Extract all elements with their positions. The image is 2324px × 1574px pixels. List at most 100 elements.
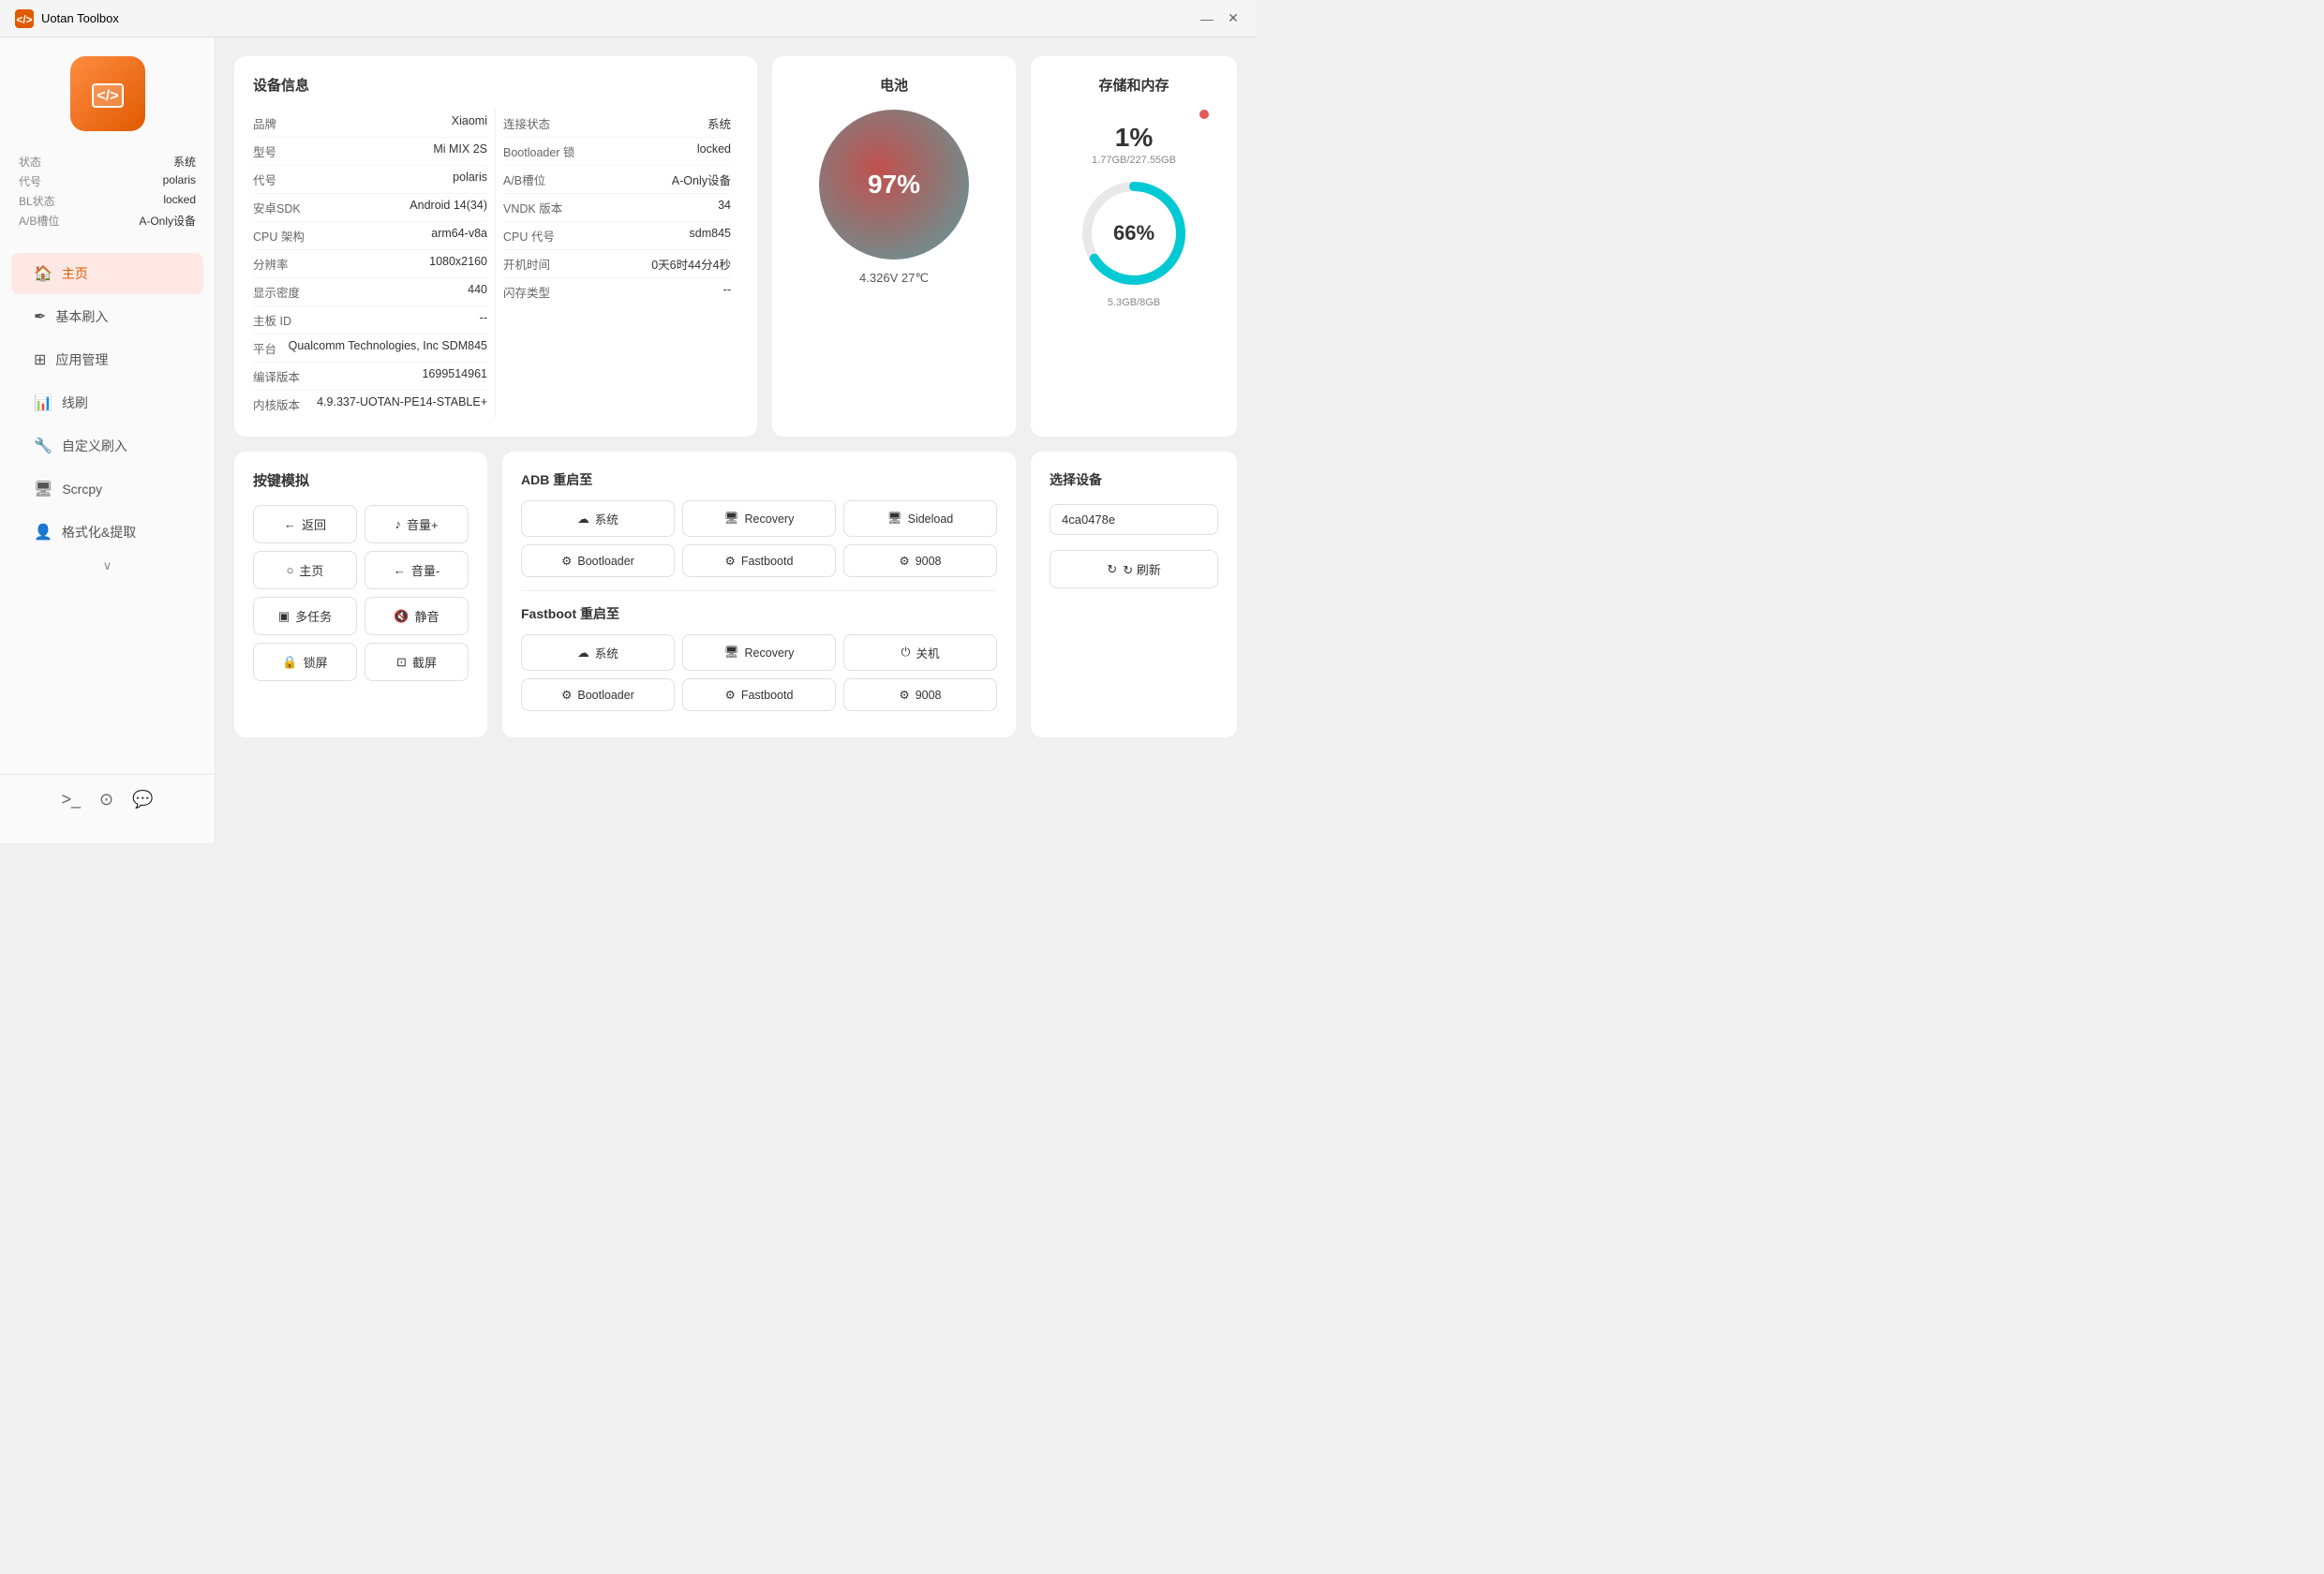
device-info-right-col: 连接状态 系统 Bootloader 锁 locked A/B槽位 A-Only… — [496, 110, 738, 418]
back-key-button[interactable]: ← 返回 — [253, 505, 357, 543]
terminal-icon[interactable]: >_ — [61, 790, 81, 809]
storage-card: 存储和内存 1% 1.77GB/227.55GB 66% 5.3GB/8GB — [1031, 56, 1237, 437]
flash-type-value: -- — [723, 283, 731, 301]
adb-system-icon: ☁ — [577, 512, 589, 526]
cpu-arch-value: arm64-v8a — [431, 227, 487, 245]
sidebar-item-scrcpy[interactable]: 🖥 Scrcpy — [11, 468, 203, 510]
fb-9008-button[interactable]: ⚙ 9008 — [843, 678, 997, 711]
sidebar-item-flash[interactable]: ✒ 基本刷入 — [11, 296, 203, 337]
kernel-row: 内核版本 4.9.337-UOTAN-PE14-STABLE+ — [253, 391, 487, 418]
adb-system-button[interactable]: ☁ 系统 — [521, 500, 675, 537]
fb-poweroff-label: 关机 — [916, 644, 939, 661]
sidebar-custom-label: 自定义刷入 — [62, 437, 127, 455]
top-row: 设备信息 品牌 Xiaomi 型号 Mi MIX 2S 代号 — [234, 56, 1237, 437]
reboot-divider — [521, 590, 997, 591]
sidebar-item-format[interactable]: 👤 格式化&提取 — [11, 512, 203, 553]
adb-reboot-title: ADB 重启至 — [521, 470, 997, 489]
adb-sideload-label: Sideload — [908, 512, 954, 526]
fb-fastbootd-button[interactable]: ⚙ Fastbootd — [682, 678, 836, 711]
density-row: 显示密度 440 — [253, 278, 487, 306]
home-key-label: 主页 — [299, 561, 323, 579]
fb-bootloader-icon: ⚙ — [561, 688, 572, 702]
feedback-icon[interactable]: 💬 — [132, 790, 153, 809]
fb-recovery-button[interactable]: 🖥 Recovery — [682, 634, 836, 671]
vndk-value: 34 — [718, 199, 731, 216]
reboot-card: ADB 重启至 ☁ 系统 🖥 Recovery 🖥 Sideload — [502, 452, 1016, 737]
adb-recovery-button[interactable]: 🖥 Recovery — [682, 500, 836, 537]
main-content: 设备信息 品牌 Xiaomi 型号 Mi MIX 2S 代号 — [216, 37, 1256, 843]
sidebar-format-label: 格式化&提取 — [62, 523, 136, 542]
screenshot-icon: ⊡ — [396, 655, 407, 670]
device-select-card: 选择设备 4ca0478e ↻ ↻ 刷新 — [1031, 452, 1237, 737]
density-value: 440 — [468, 283, 487, 301]
sidebar-item-custom[interactable]: 🔧 自定义刷入 — [11, 425, 203, 467]
sidebar-status-value: 系统 — [173, 154, 196, 170]
cpu-code-label: CPU 代号 — [503, 227, 555, 245]
density-label: 显示密度 — [253, 283, 300, 301]
sidebar-item-home[interactable]: 🏠 主页 — [11, 253, 203, 294]
title-bar-left: </> Uotan Toolbox — [15, 9, 119, 28]
refresh-devices-button[interactable]: ↻ ↻ 刷新 — [1050, 550, 1218, 588]
minimize-button[interactable]: — — [1199, 11, 1214, 26]
sidebar-status-row: 状态 系统 — [19, 154, 196, 170]
platform-label: 平台 — [253, 339, 276, 357]
home-key-button[interactable]: ○ 主页 — [253, 551, 357, 589]
fb-bootloader-button[interactable]: ⚙ Bootloader — [521, 678, 675, 711]
adb-bootloader-button[interactable]: ⚙ Bootloader — [521, 544, 675, 577]
vndk-label: VNDK 版本 — [503, 199, 562, 216]
home-key-icon: ○ — [287, 563, 294, 577]
screenshot-button[interactable]: ⊡ 截屏 — [365, 643, 469, 681]
device-select-dropdown[interactable]: 4ca0478e — [1050, 504, 1218, 535]
fb-system-icon: ☁ — [577, 646, 589, 660]
recent-icon: ▣ — [278, 609, 290, 624]
vol-up-button[interactable]: ♪ 音量+ — [365, 505, 469, 543]
conn-status-label: 连接状态 — [503, 114, 550, 132]
adb-fastbootd-button[interactable]: ⚙ Fastbootd — [682, 544, 836, 577]
close-button[interactable]: ✕ — [1226, 11, 1241, 26]
cpu-arch-row: CPU 架构 arm64-v8a — [253, 222, 487, 250]
adb-bootloader-icon: ⚙ — [561, 554, 572, 568]
keys-title: 按键模拟 — [253, 470, 469, 490]
sidebar-codename-value: polaris — [163, 173, 196, 189]
recent-label: 多任务 — [295, 607, 332, 625]
ram-percent-center: 66% — [1113, 221, 1155, 245]
chevron-down-icon: ∨ — [103, 558, 112, 573]
flash-type-row: 闪存类型 -- — [503, 278, 731, 305]
adb-recovery-icon: 🖥 — [724, 512, 739, 526]
back-key-icon: ← — [284, 517, 296, 531]
logo-area: </> — [0, 56, 215, 131]
screenshot-label: 截屏 — [412, 653, 437, 671]
fb-poweroff-button[interactable]: ⏻ 关机 — [843, 634, 997, 671]
conn-status-row: 连接状态 系统 — [503, 110, 731, 138]
fb-system-button[interactable]: ☁ 系统 — [521, 634, 675, 671]
mute-button[interactable]: 🔇 静音 — [365, 597, 469, 635]
vol-down-button[interactable]: ← 音量- — [365, 551, 469, 589]
adb-sideload-button[interactable]: 🖥 Sideload — [843, 500, 997, 537]
adb-9008-button[interactable]: ⚙ 9008 — [843, 544, 997, 577]
lock-icon: 🔒 — [282, 655, 297, 670]
recent-apps-button[interactable]: ▣ 多任务 — [253, 597, 357, 635]
scrcpy-icon: 🖥 — [34, 480, 52, 498]
lock-screen-button[interactable]: 🔒 锁屏 — [253, 643, 357, 681]
storage-indicator — [1199, 110, 1209, 119]
bootloader-row: Bootloader 锁 locked — [503, 138, 731, 166]
adb-system-label: 系统 — [595, 510, 618, 527]
vol-up-icon: ♪ — [395, 517, 401, 531]
sidebar-bottom: >_ ⊙ 💬 — [0, 774, 215, 824]
sidebar-bl-row: BL状态 locked — [19, 193, 196, 209]
sidebar-item-lineflash[interactable]: 📊 线刷 — [11, 382, 203, 423]
sidebar-item-apps[interactable]: ⊞ 应用管理 — [11, 339, 203, 380]
github-icon[interactable]: ⊙ — [99, 790, 113, 809]
battery-voltage: 4.326V — [859, 271, 898, 285]
custom-icon: 🔧 — [34, 437, 52, 455]
sidebar-scrcpy-label: Scrcpy — [62, 482, 102, 497]
expand-nav-button[interactable]: ∨ — [0, 555, 215, 577]
build-value: 1699514961 — [422, 367, 487, 385]
flash-icon: ✒ — [34, 307, 46, 326]
fb-bootloader-label: Bootloader — [577, 689, 633, 702]
device-info-card: 设备信息 品牌 Xiaomi 型号 Mi MIX 2S 代号 — [234, 56, 757, 437]
bootloader-label: Bootloader 锁 — [503, 142, 574, 160]
adb-recovery-label: Recovery — [745, 512, 795, 526]
app-title: Uotan Toolbox — [41, 11, 119, 25]
app-logo: </> — [70, 56, 145, 131]
